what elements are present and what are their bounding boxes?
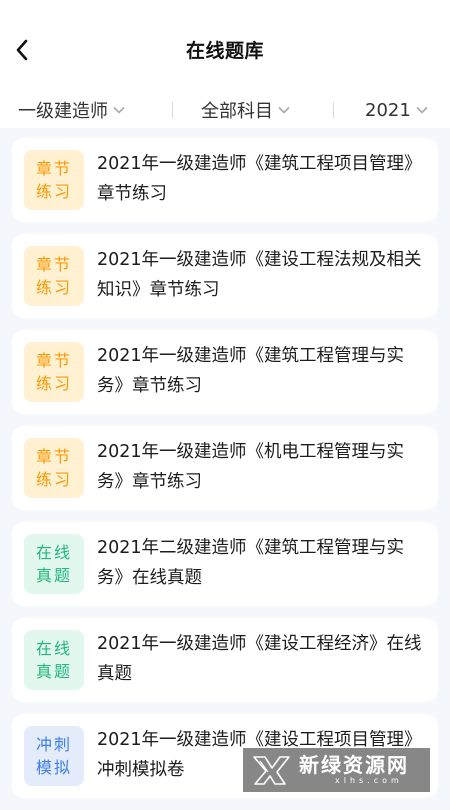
item-title: 2021年一级建造师《建设工程法规及相关知识》章节练习	[97, 250, 422, 300]
watermark: 新绿资源网 xlhs.com	[243, 748, 430, 792]
item-title: 2021年一级建造师《建设工程经济》在线真题	[97, 634, 422, 684]
year-filter-label: 2021	[365, 99, 411, 121]
chevron-down-icon	[416, 106, 428, 114]
category-badge-mock-exam: 冲刺 模拟	[24, 726, 84, 786]
watermark-text: 新绿资源网	[299, 753, 409, 777]
list-item[interactable]: 章节 练习 2021年一级建造师《机电工程管理与实务》章节练习	[12, 426, 438, 510]
category-badge-online-exam: 在线 真题	[24, 534, 84, 594]
chevron-down-icon	[113, 106, 125, 114]
year-filter[interactable]: 2021	[365, 100, 428, 121]
list-item[interactable]: 章节 练习 2021年一级建造师《建筑工程项目管理》章节练习	[12, 138, 438, 222]
item-title: 2021年二级建造师《建筑工程管理与实务》在线真题	[97, 538, 405, 588]
filter-divider	[333, 102, 334, 118]
category-badge-chapter-practice: 章节 练习	[24, 342, 84, 402]
chevron-down-icon	[278, 106, 290, 114]
level-filter[interactable]: 一级建造师	[18, 97, 125, 123]
item-title: 2021年一级建造师《建筑工程管理与实务》章节练习	[97, 346, 405, 396]
watermark-domain: xlhs.com	[335, 776, 403, 785]
question-bank-list: 章节 练习 2021年一级建造师《建筑工程项目管理》章节练习 章节 练习 202…	[12, 138, 438, 810]
category-badge-chapter-practice: 章节 练习	[24, 246, 84, 306]
list-item[interactable]: 在线 真题 2021年一级建造师《建设工程经济》在线真题	[12, 618, 438, 702]
list-item[interactable]: 在线 真题 2021年二级建造师《建筑工程管理与实务》在线真题	[12, 522, 438, 606]
subject-filter-label: 全部科目	[201, 101, 273, 122]
app-header: 在线题库	[0, 0, 450, 92]
subject-filter[interactable]: 全部科目	[201, 97, 290, 123]
item-title: 2021年一级建造师《机电工程管理与实务》章节练习	[97, 442, 405, 492]
category-badge-chapter-practice: 章节 练习	[24, 150, 84, 210]
item-title: 2021年一级建造师《建筑工程项目管理》章节练习	[97, 154, 422, 204]
filter-divider	[172, 102, 173, 118]
list-item[interactable]: 章节 练习 2021年一级建造师《建设工程法规及相关知识》章节练习	[12, 234, 438, 318]
page-title: 在线题库	[185, 40, 264, 62]
category-badge-chapter-practice: 章节 练习	[24, 438, 84, 498]
brand-logo-icon	[253, 756, 290, 785]
category-badge-online-exam: 在线 真题	[24, 630, 84, 690]
filter-bar: 一级建造师 全部科目 2021	[0, 92, 450, 128]
level-filter-label: 一级建造师	[18, 101, 108, 122]
list-item[interactable]: 章节 练习 2021年一级建造师《建筑工程管理与实务》章节练习	[12, 330, 438, 414]
